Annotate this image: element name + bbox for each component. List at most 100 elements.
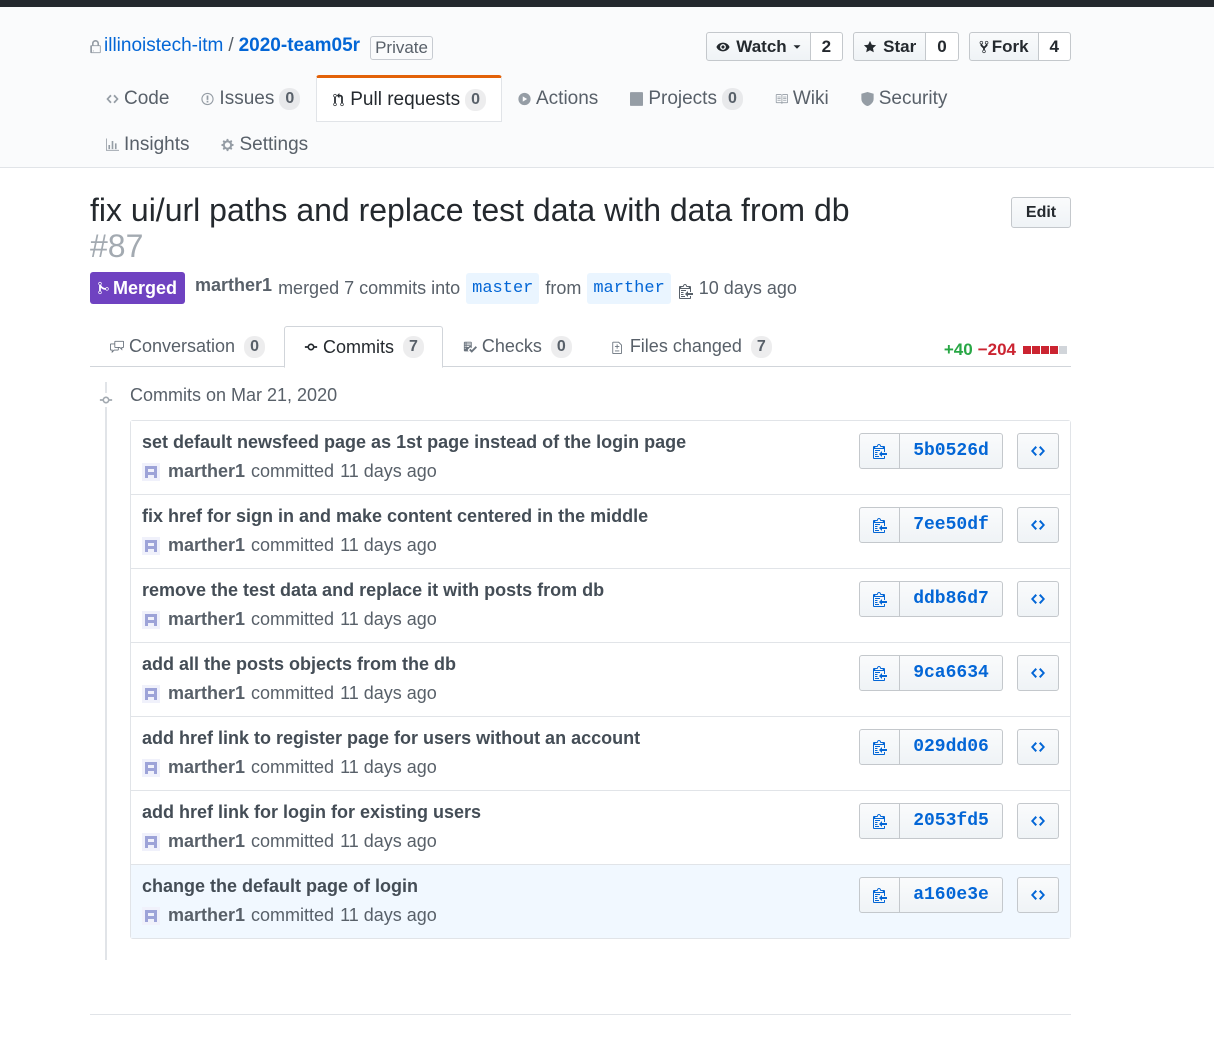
avatar[interactable] <box>142 684 160 703</box>
nav-projects[interactable]: Projects 0 <box>614 75 759 121</box>
avatar[interactable] <box>142 536 160 555</box>
pr-title: fix ui/url paths and replace test data w… <box>90 192 960 264</box>
avatar[interactable] <box>142 758 160 777</box>
head-branch-ref[interactable]: marther <box>587 272 671 304</box>
browse-repo-at-commit-button[interactable] <box>1017 507 1059 543</box>
browse-repo-at-commit-button[interactable] <box>1017 729 1059 765</box>
avatar[interactable] <box>142 610 160 629</box>
browse-repo-at-commit-button[interactable] <box>1017 433 1059 469</box>
commit-message-link[interactable]: add href link for login for existing use… <box>142 802 481 823</box>
browse-repo-at-commit-button[interactable] <box>1017 581 1059 617</box>
star-button[interactable]: Star <box>853 32 927 61</box>
nav-insights[interactable]: Insights <box>90 121 205 167</box>
nav-code[interactable]: Code <box>90 75 185 121</box>
nav-actions-label: Actions <box>536 88 599 109</box>
copy-sha-button[interactable] <box>859 507 900 543</box>
commit-author-link[interactable]: marther1 <box>168 461 245 482</box>
tab-conversation[interactable]: Conversation 0 <box>90 326 284 367</box>
base-branch-ref[interactable]: master <box>466 272 540 304</box>
repo-actions: Watch 2 Star 0 Fork 4 <box>706 32 1071 61</box>
clippy-icon <box>872 739 888 755</box>
fork-icon <box>979 40 989 53</box>
star-count[interactable]: 0 <box>926 32 959 61</box>
clippy-icon[interactable] <box>678 283 693 299</box>
pr-title-text: fix ui/url paths and replace test data w… <box>90 192 850 228</box>
commit-message-link[interactable]: add all the posts objects from the db <box>142 654 456 675</box>
commit-row: remove the test data and replace it with… <box>131 568 1070 642</box>
nav-issues[interactable]: Issues 0 <box>185 75 316 121</box>
repo-nav: Code Issues 0 Pull requests 0 Actions Pr… <box>90 75 990 167</box>
commit-author-link[interactable]: marther1 <box>168 905 245 926</box>
commit-sha-link[interactable]: 7ee50df <box>900 507 1003 543</box>
tab-checks[interactable]: Checks 0 <box>443 326 591 367</box>
sha-button-group: 029dd06 <box>859 729 1003 765</box>
commit-sha-link[interactable]: 9ca6634 <box>900 655 1003 691</box>
watch-count[interactable]: 2 <box>810 32 844 61</box>
code-icon <box>1030 813 1046 829</box>
commit-time: 11 days ago <box>340 683 437 703</box>
diffstat-block-del-3 <box>1041 346 1049 354</box>
watch-button[interactable]: Watch <box>706 32 811 61</box>
browse-repo-at-commit-button[interactable] <box>1017 655 1059 691</box>
repo-owner-link[interactable]: illinoistech-itm <box>104 35 223 57</box>
commit-message-link[interactable]: fix href for sign in and make content ce… <box>142 506 648 527</box>
fork-count[interactable]: 4 <box>1038 32 1071 61</box>
commit-sha-link[interactable]: ddb86d7 <box>900 581 1003 617</box>
copy-sha-button[interactable] <box>859 877 900 913</box>
repo-path-separator: / <box>228 35 234 56</box>
nav-wiki[interactable]: Wiki <box>759 75 845 121</box>
nav-security[interactable]: Security <box>845 75 964 121</box>
commit-sha-link[interactable]: 5b0526d <box>900 433 1003 469</box>
code-icon <box>1030 887 1046 903</box>
nav-issues-label: Issues <box>219 88 275 109</box>
copy-sha-button[interactable] <box>859 729 900 765</box>
fork-group: Fork 4 <box>968 32 1071 61</box>
fork-button[interactable]: Fork <box>968 32 1039 61</box>
repo-name-link[interactable]: 2020-team05r <box>239 35 360 57</box>
diffstat-additions: +40 <box>943 340 973 359</box>
commit-author-link[interactable]: marther1 <box>168 831 245 852</box>
commit-message-link[interactable]: change the default page of login <box>142 876 418 897</box>
copy-sha-button[interactable] <box>859 803 900 839</box>
commit-row: add href link to register page for users… <box>131 716 1070 790</box>
commit-author-link[interactable]: marther1 <box>168 535 245 556</box>
clippy-icon <box>872 591 888 607</box>
nav-pull-requests[interactable]: Pull requests 0 <box>316 75 502 122</box>
git-pull-request-icon <box>333 92 344 106</box>
nav-settings-label: Settings <box>239 134 309 155</box>
commit-message-link[interactable]: add href link to register page for users… <box>142 728 640 749</box>
commit-time: 11 days ago <box>340 757 437 777</box>
tab-commits[interactable]: Commits 7 <box>283 326 443 368</box>
commit-message-link[interactable]: remove the test data and replace it with… <box>142 580 604 601</box>
avatar[interactable] <box>142 906 160 925</box>
nav-wiki-label: Wiki <box>792 88 829 109</box>
avatar[interactable] <box>142 832 160 851</box>
browse-repo-at-commit-button[interactable] <box>1017 877 1059 913</box>
nav-code-label: Code <box>124 88 170 109</box>
commit-author-link[interactable]: marther1 <box>168 609 245 630</box>
diffstat-deletions: −204 <box>977 340 1016 359</box>
watch-group: Watch 2 <box>706 32 844 61</box>
commit-author-link[interactable]: marther1 <box>168 683 245 704</box>
project-icon <box>630 92 644 106</box>
commit-message-link[interactable]: set default newsfeed page as 1st page in… <box>142 432 686 453</box>
tab-commits-label: Commits <box>322 336 394 357</box>
edit-title-button[interactable]: Edit <box>1011 197 1071 228</box>
comment-discussion-icon <box>110 340 124 353</box>
pr-author-link[interactable]: marther1 <box>195 275 272 296</box>
commit-sha-link[interactable]: 2053fd5 <box>900 803 1003 839</box>
tab-files-changed[interactable]: Files changed 7 <box>591 326 791 367</box>
code-icon <box>1030 443 1046 459</box>
nav-actions[interactable]: Actions <box>502 75 614 121</box>
clippy-icon <box>872 443 888 459</box>
avatar[interactable] <box>142 462 160 481</box>
commit-sha-link[interactable]: a160e3e <box>900 877 1003 913</box>
commit-author-link[interactable]: marther1 <box>168 757 245 778</box>
commit-sha-link[interactable]: 029dd06 <box>900 729 1003 765</box>
copy-sha-button[interactable] <box>859 581 900 617</box>
nav-settings[interactable]: Settings <box>205 121 324 167</box>
copy-sha-button[interactable] <box>859 433 900 469</box>
diffstat-block-del-1 <box>1023 346 1031 354</box>
copy-sha-button[interactable] <box>859 655 900 691</box>
browse-repo-at-commit-button[interactable] <box>1017 803 1059 839</box>
